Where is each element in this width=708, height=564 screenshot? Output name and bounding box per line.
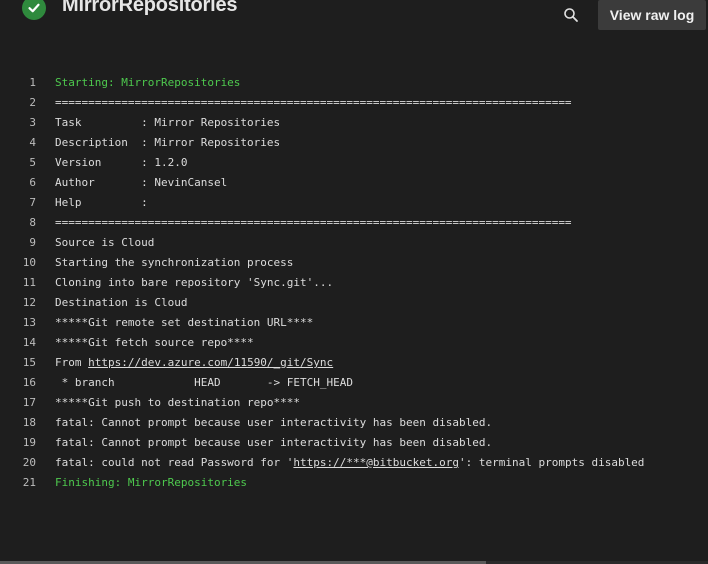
line-text: *****Git fetch source repo**** [55,336,254,349]
line-number[interactable]: 4 [0,133,36,153]
line-text-prefix: From [55,356,89,369]
line-text: ========================================… [55,216,572,229]
log-line: 3 Task : Mirror Repositories [0,113,708,133]
line-number[interactable]: 16 [0,373,36,393]
log-line: 17 *****Git push to destination repo**** [0,393,708,413]
line-number[interactable]: 10 [0,253,36,273]
log-line: 19 fatal: Cannot prompt because user inte… [0,433,708,453]
line-text: Starting: MirrorRepositories [55,76,241,89]
log-line: 2 =======================================… [0,93,708,113]
line-text: *****Git remote set destination URL**** [55,316,314,329]
log-line: 8 =======================================… [0,213,708,233]
line-number[interactable]: 15 [0,353,36,373]
line-number[interactable]: 3 [0,113,36,133]
log-output: 1 Starting: MirrorRepositories 2 ==========… [0,73,708,493]
line-number[interactable]: 12 [0,293,36,313]
line-number[interactable]: 20 [0,453,36,473]
line-text: Task : Mirror Repositories [55,116,281,129]
log-line: 20 fatal: could not read Password for 'ht… [0,453,708,473]
line-number[interactable]: 2 [0,93,36,113]
line-number[interactable]: 11 [0,273,36,293]
pipeline-log-page: MirrorRepositories View raw log 1 Startin… [0,0,708,564]
line-text: Version : 1.2.0 [55,156,188,169]
log-line: 13 *****Git remote set destination URL***… [0,313,708,333]
log-line: 6 Author : NevinCansel [0,173,708,193]
line-text: fatal: Cannot prompt because user intera… [55,416,493,429]
line-text: *****Git push to destination repo**** [55,396,301,409]
log-link[interactable]: https://***@bitbucket.org [293,456,459,469]
line-text: Help : [55,196,148,209]
search-button[interactable] [559,3,583,27]
log-line: 9 Source is Cloud [0,233,708,253]
line-text: Cloning into bare repository 'Sync.git'.… [55,276,334,289]
line-number[interactable]: 18 [0,413,36,433]
log-line: 7 Help : [0,193,708,213]
line-text: Starting the synchronization process [55,256,294,269]
log-header: MirrorRepositories View raw log [0,0,708,40]
log-line: 18 fatal: Cannot prompt because user inte… [0,413,708,433]
log-line: 4 Description : Mirror Repositories [0,133,708,153]
line-text-prefix: fatal: could not read Password for ' [55,456,294,469]
view-raw-log-button[interactable]: View raw log [598,0,706,30]
search-icon [564,8,578,22]
line-text: ========================================… [55,96,572,109]
log-line: 5 Version : 1.2.0 [0,153,708,173]
log-line: 1 Starting: MirrorRepositories [0,73,708,93]
line-text: From https://dev.azure.com/11590/_git/Sy… [55,353,333,373]
log-line: 14 *****Git fetch source repo**** [0,333,708,353]
log-link[interactable]: https://dev.azure.com/11590/_git/Sync [88,356,333,369]
log-line: 11 Cloning into bare repository 'Sync.git… [0,273,708,293]
line-text: fatal: Cannot prompt because user intera… [55,436,493,449]
line-number[interactable]: 1 [0,73,36,93]
checkmark-icon [28,3,40,13]
job-title: MirrorRepositories [62,0,238,16]
log-line: 21 Finishing: MirrorRepositories [0,473,708,493]
line-text: Source is Cloud [55,236,155,249]
log-line: 15 From https://dev.azure.com/11590/_git/… [0,353,708,373]
line-number[interactable]: 17 [0,393,36,413]
line-number[interactable]: 5 [0,153,36,173]
line-text: Destination is Cloud [55,296,188,309]
line-number[interactable]: 6 [0,173,36,193]
line-number[interactable]: 9 [0,233,36,253]
line-number[interactable]: 8 [0,213,36,233]
line-number[interactable]: 13 [0,313,36,333]
line-number[interactable]: 14 [0,333,36,353]
log-line: 16 * branch HEAD -> FETCH_HEAD [0,373,708,393]
line-number[interactable]: 7 [0,193,36,213]
line-text-suffix: ': terminal prompts disabled [459,456,645,469]
line-text: Finishing: MirrorRepositories [55,476,248,489]
line-number[interactable]: 19 [0,433,36,453]
line-text: * branch HEAD -> FETCH_HEAD [55,376,354,389]
line-text: Author : NevinCansel [55,176,228,189]
line-text: Description : Mirror Repositories [55,136,281,149]
check-circle-icon [22,0,46,20]
line-number[interactable]: 21 [0,473,36,493]
log-line: 10 Starting the synchronization process [0,253,708,273]
log-line: 12 Destination is Cloud [0,293,708,313]
line-text: fatal: could not read Password for 'http… [55,453,644,473]
